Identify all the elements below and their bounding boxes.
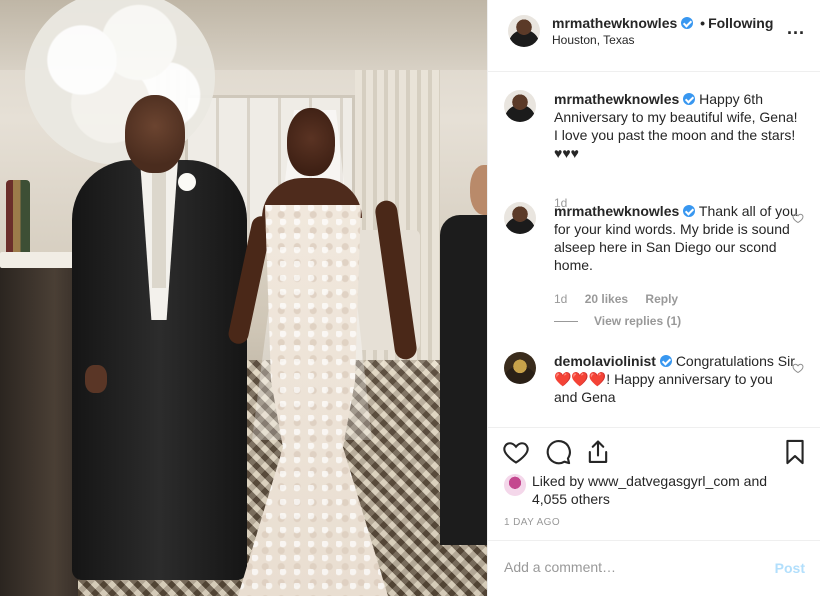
post-header: mrmathewknowles • Following Houston, Texa… [488,0,820,72]
add-comment-input[interactable] [504,559,754,575]
comment-body: mrmathewknowles Happy 6th Anniversary to… [554,90,799,162]
verified-badge-icon [681,17,694,29]
post-comment-button[interactable]: Post [775,560,805,576]
reply-button[interactable]: Reply [645,292,678,306]
verified-badge-icon [683,93,696,105]
groom-head [125,95,185,173]
verified-badge-icon [683,205,696,217]
avatar[interactable] [504,202,536,234]
groom-hand [85,365,107,393]
guest-head [470,165,487,215]
comment-username[interactable]: mrmathewknowles [554,203,679,219]
avatar[interactable] [508,15,540,47]
post-actions-bar [488,427,820,475]
like-heart-icon[interactable] [502,438,530,466]
share-icon[interactable] [584,438,612,466]
likes-text: Liked by www_datvegasgyrl_com and 4,055 … [532,472,802,508]
like-comment-heart-icon[interactable] [792,212,804,224]
avatar[interactable] [504,352,536,384]
post-sidebar: mrmathewknowles • Following Houston, Texa… [487,0,820,596]
username-link[interactable]: mrmathewknowles [552,15,677,31]
post-timestamp[interactable]: 1 DAY AGO [504,517,560,528]
bottles [6,180,30,252]
post-photo[interactable] [0,0,487,596]
bar-counter [0,255,78,596]
comment-body: mrmathewknowles Thank all of you for you… [554,202,799,274]
comment-username[interactable]: mrmathewknowles [554,91,679,107]
view-replies-button[interactable]: View replies (1) [554,314,681,328]
comment-time: 1d [554,292,568,306]
like-comment-heart-icon[interactable] [792,362,804,374]
groom-tie [152,168,166,288]
comment-body: demolaviolinist Congratulations Sir ❤️❤️… [554,352,799,406]
likes-prefix: Liked by [532,473,589,489]
guest-figure [440,215,487,545]
boutonniere [178,173,196,191]
comment-bubble-icon[interactable] [544,438,572,466]
bride-head [287,108,335,176]
liker-username[interactable]: www_datvegasgyrl_com [588,473,740,489]
comment-likes[interactable]: 20 likes [585,292,628,306]
following-button[interactable]: Following [708,15,773,31]
location-link[interactable]: Houston, Texas [552,33,635,47]
comment-username[interactable]: demolaviolinist [554,353,656,369]
comment-meta: 1d 20 likes Reply [554,292,692,306]
avatar[interactable] [504,90,536,122]
likes-middle: and [739,473,768,489]
bookmark-icon[interactable] [781,438,809,466]
verified-badge-icon [659,355,672,367]
comments-list[interactable]: mrmathewknowles Happy 6th Anniversary to… [488,72,820,427]
avatar[interactable] [504,474,526,496]
add-comment-bar: Post [488,540,820,596]
separator-dot: • [700,15,706,31]
likes-count[interactable]: 4,055 others [532,491,610,507]
more-options-icon[interactable]: ... [787,18,805,39]
header-username-line: mrmathewknowles • Following [552,15,773,31]
